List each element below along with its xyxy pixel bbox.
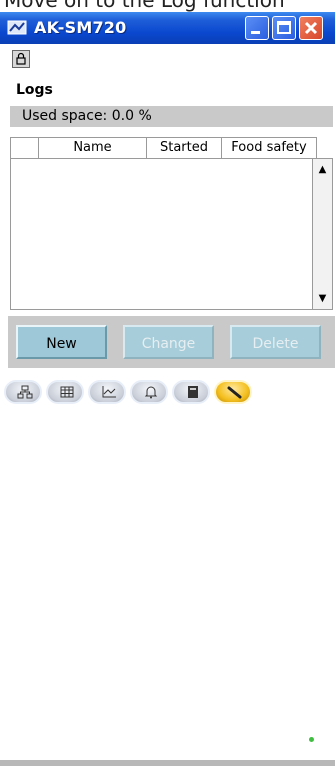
nav-graph[interactable]	[88, 380, 126, 404]
minimize-button[interactable]	[245, 16, 269, 40]
column-header-select[interactable]	[11, 138, 39, 158]
app-icon	[7, 20, 27, 35]
status-led	[309, 737, 314, 742]
new-button[interactable]: New	[16, 325, 107, 359]
maximize-icon	[277, 21, 291, 34]
column-header-started[interactable]: Started	[147, 138, 222, 158]
wrench-icon	[227, 385, 243, 399]
toolbar	[0, 44, 335, 74]
logs-table[interactable]: Name Started Food safety	[10, 137, 317, 310]
nav-network[interactable]	[4, 380, 42, 404]
network-icon	[17, 385, 33, 399]
grid-icon	[59, 385, 75, 399]
window-title: AK-SM720	[34, 18, 127, 37]
scroll-up-icon[interactable]: ▲	[315, 162, 330, 177]
bottom-nav	[0, 374, 335, 766]
delete-button[interactable]: Delete	[230, 325, 321, 359]
column-header-food-safety[interactable]: Food safety	[222, 138, 316, 158]
caption-text: Move on to the Log function	[4, 0, 285, 12]
nav-base-strip	[0, 760, 335, 766]
nav-alarms[interactable]	[130, 380, 168, 404]
maximize-button[interactable]	[272, 16, 296, 40]
book-icon	[185, 385, 201, 399]
table-header: Name Started Food safety	[11, 138, 316, 159]
scroll-down-icon[interactable]: ▼	[315, 291, 330, 306]
used-space-bar: Used space: 0.0 %	[10, 106, 333, 127]
lock-button[interactable]	[12, 50, 30, 68]
column-header-name[interactable]: Name	[39, 138, 147, 158]
lock-icon	[16, 52, 26, 65]
table-scrollbar[interactable]: ▲ ▼	[312, 158, 333, 310]
app-window: AK-SM720 Logs Used space: 0.0 % Name Sta…	[0, 12, 335, 766]
nav-service[interactable]	[214, 380, 252, 404]
title-bar[interactable]: AK-SM720	[0, 12, 335, 44]
used-space-text: Used space: 0.0 %	[22, 108, 152, 124]
nav-info[interactable]	[172, 380, 210, 404]
nav-grid[interactable]	[46, 380, 84, 404]
change-button[interactable]: Change	[123, 325, 214, 359]
graph-icon	[101, 385, 117, 399]
action-bar: New Change Delete	[8, 316, 335, 368]
close-button[interactable]	[299, 16, 323, 40]
minimize-icon	[251, 31, 260, 34]
bell-icon	[143, 385, 159, 399]
page-title: Logs	[16, 82, 53, 98]
close-icon	[304, 21, 318, 35]
